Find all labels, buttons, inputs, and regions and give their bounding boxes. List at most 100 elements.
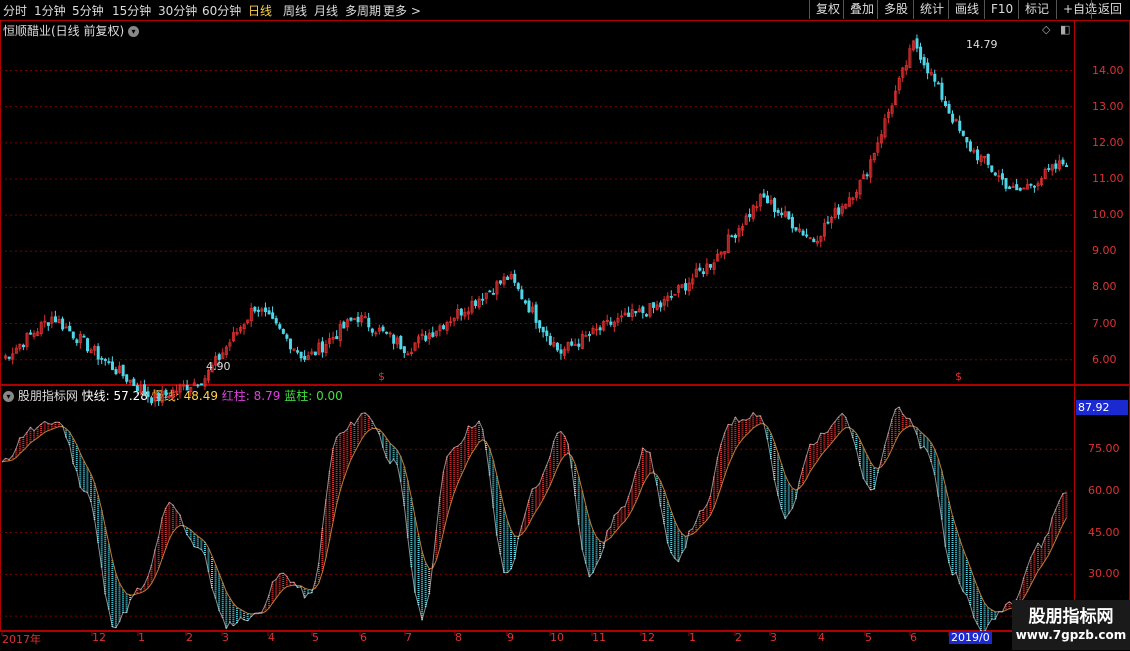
candle-body: [958, 120, 962, 131]
candle-body: [114, 369, 118, 375]
candle-body: [96, 346, 100, 360]
time-tick-label: 2019/0: [949, 631, 992, 644]
indicator-tick-label: 75.00: [1088, 442, 1120, 456]
candle-body: [1008, 186, 1012, 189]
candle-body: [274, 318, 278, 324]
candle-body: [498, 280, 502, 284]
candle-body: [281, 328, 285, 334]
chart-canvas: [0, 34, 1074, 636]
candle-body: [534, 304, 538, 323]
signal-marker: $: [378, 370, 385, 383]
candle-body: [641, 306, 645, 314]
candle-body: [474, 300, 478, 307]
candle-body: [609, 321, 613, 325]
candle-body: [730, 235, 734, 238]
candle-body: [506, 276, 510, 280]
candle-body: [431, 332, 435, 337]
price-tick-label: 12.00: [1092, 135, 1124, 149]
candle-body: [335, 336, 339, 340]
time-tick-label: 8: [455, 631, 462, 644]
low-price-label: 4.90: [206, 360, 231, 373]
candle-body: [402, 346, 406, 354]
candle-body: [709, 264, 713, 268]
candle-body: [698, 267, 702, 271]
candle-body: [965, 137, 969, 143]
candle-body: [865, 174, 869, 177]
current-value-tag: 87.92: [1076, 400, 1128, 415]
candle-body: [61, 318, 65, 330]
candle-body: [968, 141, 972, 152]
watermark-title: 股朋指标网: [1028, 607, 1114, 627]
candle-body: [459, 308, 463, 316]
candle-body: [766, 195, 770, 204]
candle-body: [790, 216, 794, 229]
candle-body: [762, 193, 766, 198]
candle-body: [54, 316, 58, 323]
candle-body: [142, 384, 146, 395]
candle-body: [285, 334, 289, 339]
price-tick-label: 14.00: [1092, 63, 1124, 77]
candle-body: [157, 393, 161, 402]
time-tick-label: 1: [689, 631, 696, 644]
candle-body: [837, 207, 841, 215]
candle-body: [826, 221, 830, 224]
candle-body: [634, 311, 638, 314]
candle-body: [299, 351, 303, 359]
candle-body: [516, 283, 520, 290]
candle-body: [961, 130, 965, 136]
candle-body: [986, 154, 990, 165]
candle-body: [491, 293, 495, 295]
candle-body: [381, 326, 385, 331]
price-tick-label: 8.00: [1092, 280, 1117, 294]
candle-body: [919, 46, 923, 60]
candle-body: [392, 334, 396, 344]
candle-body: [7, 356, 11, 359]
candle-body: [356, 316, 360, 323]
candle-body: [936, 82, 940, 85]
time-tick-label: 11: [592, 631, 606, 644]
candle-body: [342, 321, 346, 329]
time-tick-label: 3: [222, 631, 229, 644]
candle-body: [588, 334, 592, 336]
candle-body: [349, 317, 353, 321]
candle-body: [555, 342, 559, 351]
candle-body: [947, 104, 951, 114]
time-tick-label: 12: [92, 631, 106, 644]
signal-marker: $: [955, 370, 962, 383]
candle-body: [68, 325, 72, 332]
candle-body: [538, 320, 542, 329]
candle-body: [805, 234, 809, 237]
candle-body: [313, 351, 317, 356]
candle-body: [545, 330, 549, 337]
time-tick-label: 2: [186, 631, 193, 644]
candle-body: [669, 296, 673, 298]
candle-body: [915, 38, 919, 49]
candle-body: [442, 325, 446, 330]
candle-body: [1018, 187, 1022, 191]
candle-body: [990, 165, 994, 172]
candle-body: [659, 302, 663, 308]
watermark: 股朋指标网 www.7gpzb.com: [1012, 600, 1130, 650]
candle-body: [794, 227, 798, 231]
indicator-tick-label: 60.00: [1088, 483, 1120, 497]
time-tick-label: 5: [865, 631, 872, 644]
candle-body: [644, 314, 648, 317]
time-tick-label: 6: [360, 631, 367, 644]
candle-body: [370, 328, 374, 333]
candle-body: [773, 198, 777, 212]
time-tick-label: 3: [770, 631, 777, 644]
price-tick-label: 6.00: [1092, 352, 1117, 366]
candle-body: [146, 391, 150, 397]
time-tick-label: 9: [507, 631, 514, 644]
candle-body: [1029, 183, 1033, 186]
candle-body: [944, 101, 948, 106]
candle-body: [951, 113, 955, 123]
time-tick-label: 6: [910, 631, 917, 644]
candle-body: [780, 212, 784, 216]
candle-body: [701, 271, 705, 274]
indicator-tick-label: 30.00: [1088, 567, 1120, 581]
candle-body: [296, 350, 300, 353]
candle-body: [303, 355, 307, 360]
candle-body: [1004, 177, 1008, 189]
candle-body: [271, 312, 275, 319]
